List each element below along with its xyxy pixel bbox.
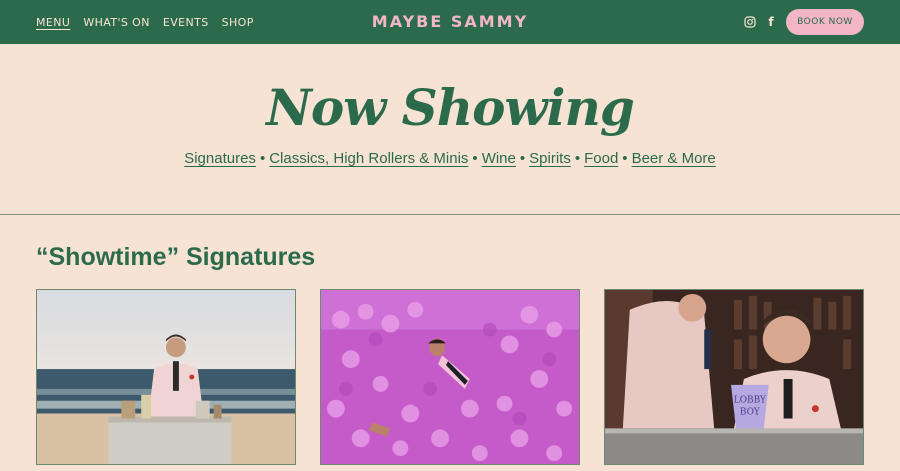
menu-category-nav: Signatures • Classics, High Rollers & Mini…: [0, 150, 900, 167]
section-title: “Showtime” Signatures: [36, 243, 316, 271]
section-divider: [0, 214, 900, 215]
cup-text-boy: BOY: [740, 408, 760, 418]
separator: •: [259, 150, 266, 167]
page-title: Now Showing: [266, 78, 635, 137]
category-link-spirits[interactable]: Spirits: [529, 150, 571, 167]
category-link-food[interactable]: Food: [584, 150, 618, 167]
cup-text-lobby: LOBBY: [734, 396, 766, 406]
category-link-beer-more[interactable]: Beer & More: [632, 150, 716, 167]
separator: •: [472, 150, 478, 167]
category-link-classics[interactable]: Classics, High Rollers & Minis: [269, 150, 468, 167]
bartender-at-beach-bar-photo[interactable]: [36, 289, 296, 465]
bartenders-with-lobby-boy-cup-photo[interactable]: LOBBY BOY: [604, 289, 864, 465]
site-header: MENU WHAT'S ON EVENTS SHOP MAYBE SAMMY f…: [0, 0, 900, 44]
facebook-icon[interactable]: f: [763, 14, 779, 30]
separator: •: [574, 150, 581, 167]
separator: •: [519, 150, 526, 167]
book-now-button[interactable]: BOOK NOW: [786, 9, 864, 35]
separator: •: [622, 150, 628, 167]
instagram-icon[interactable]: [742, 14, 758, 30]
man-in-pink-ball-pit-photo[interactable]: [320, 289, 580, 465]
category-link-wine[interactable]: Wine: [482, 150, 516, 167]
category-link-signatures[interactable]: Signatures: [184, 150, 256, 167]
